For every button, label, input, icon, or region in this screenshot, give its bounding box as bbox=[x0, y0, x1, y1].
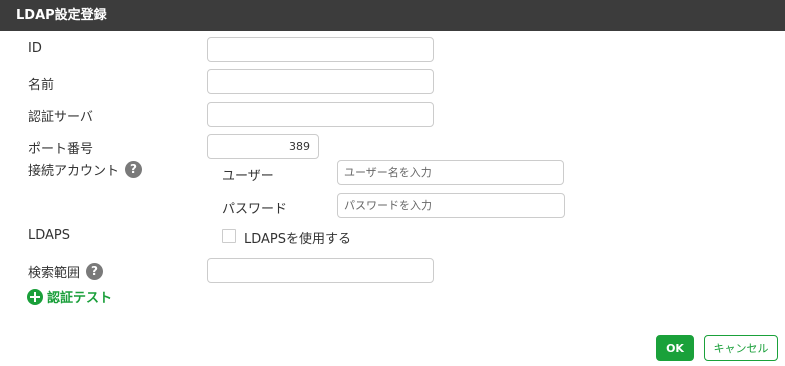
auth-test-link[interactable]: 認証テスト bbox=[27, 287, 112, 306]
account-label-row: 接続アカウント ? bbox=[28, 160, 143, 179]
search-scope-label-row: 検索範囲 ? bbox=[28, 262, 104, 281]
plus-circle-icon bbox=[27, 288, 43, 305]
password-label: パスワード bbox=[222, 202, 288, 217]
help-icon[interactable]: ? bbox=[125, 161, 143, 178]
auth-server-label: 認証サーバ bbox=[28, 110, 93, 125]
cancel-button[interactable]: キャンセル bbox=[704, 335, 778, 361]
account-label: 接続アカウント bbox=[28, 164, 120, 179]
ok-button[interactable]: OK bbox=[656, 335, 694, 361]
name-input[interactable] bbox=[207, 69, 434, 94]
user-input[interactable] bbox=[337, 160, 564, 185]
search-scope-input[interactable] bbox=[207, 258, 434, 283]
password-input[interactable] bbox=[337, 193, 565, 218]
port-label: ポート番号 bbox=[28, 142, 94, 157]
user-label: ユーザー bbox=[222, 169, 274, 184]
id-input[interactable] bbox=[207, 37, 434, 62]
name-label: 名前 bbox=[28, 78, 55, 93]
auth-server-input[interactable] bbox=[207, 102, 434, 127]
ldaps-checkbox-label[interactable]: LDAPSを使用する bbox=[244, 228, 351, 247]
auth-test-label: 認証テスト bbox=[47, 291, 113, 306]
ldaps-checkbox[interactable] bbox=[222, 229, 236, 243]
ldaps-label: LDAPS bbox=[28, 228, 71, 243]
id-label: ID bbox=[28, 41, 42, 56]
search-scope-label: 検索範囲 bbox=[28, 266, 81, 281]
dialog-title: LDAP設定登録 bbox=[0, 0, 785, 31]
port-input[interactable] bbox=[207, 134, 319, 159]
help-icon[interactable]: ? bbox=[86, 263, 104, 280]
